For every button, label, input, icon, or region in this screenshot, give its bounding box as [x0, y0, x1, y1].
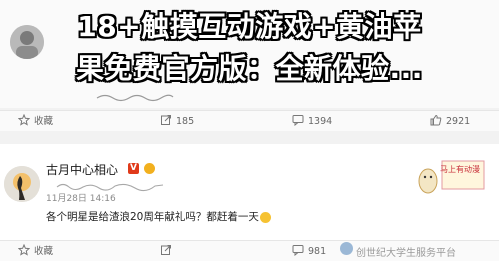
top-comment-count: 1394: [308, 116, 333, 127]
bottom-comment-button[interactable]: 981: [292, 244, 326, 258]
laugh-emoji-icon: [259, 211, 271, 223]
handwriting-scribble: [96, 94, 174, 102]
bottom-favorite-label: 收藏: [34, 246, 54, 257]
comment-icon: [292, 115, 304, 127]
bottom-share-button[interactable]: [160, 244, 176, 258]
top-like-count: 2921: [446, 116, 471, 127]
headline-line-1: 18+触摸互动游戏+黄油苹: [77, 10, 422, 43]
avatar-image: [4, 166, 40, 202]
bottom-post-text: 各个明星是给渣浪20周年献礼吗？都赶着一天: [46, 209, 271, 224]
top-favorite-label: 收藏: [34, 116, 54, 127]
cartoon-sticker: [418, 155, 488, 197]
share-icon: [161, 245, 171, 255]
top-favorite-button[interactable]: 收藏: [17, 113, 54, 128]
headline-line-2: 果免费官方版：全新体验...: [76, 52, 423, 85]
post-body: 各个明星是给渣浪20周年献礼吗？都赶着一天: [46, 211, 259, 223]
bottom-comment-count: 981: [308, 246, 327, 257]
top-comment-button[interactable]: 1394: [292, 114, 332, 128]
sticker-caption: 马上有动漫: [440, 165, 480, 174]
watermark-text: 创世纪大学生服务平台: [356, 248, 456, 259]
top-share-count: 185: [176, 116, 195, 127]
top-like-button[interactable]: 2921: [430, 114, 470, 128]
headline-overlay: 18+触摸互动游戏+黄油苹 果免费官方版：全新体验...: [0, 6, 499, 90]
share-icon: [161, 115, 171, 125]
vip-badge: V: [128, 163, 139, 174]
star-icon: [17, 243, 31, 256]
top-post-action-bar: 收藏 185 1394 2921: [0, 110, 499, 131]
star-icon: [17, 113, 31, 126]
bottom-post-avatar[interactable]: [4, 166, 40, 202]
bottom-post-username[interactable]: 古月中心相心: [46, 161, 118, 178]
comment-icon: [292, 245, 304, 257]
top-share-button[interactable]: 185: [160, 114, 194, 128]
like-icon: [430, 114, 442, 126]
sticker-image: [418, 160, 485, 194]
post-timestamp: 11月28日 14:16: [46, 194, 116, 204]
member-badge-icon: [144, 163, 155, 174]
bottom-favorite-button[interactable]: 收藏: [17, 243, 54, 258]
watermark-logo-icon: [340, 242, 353, 255]
